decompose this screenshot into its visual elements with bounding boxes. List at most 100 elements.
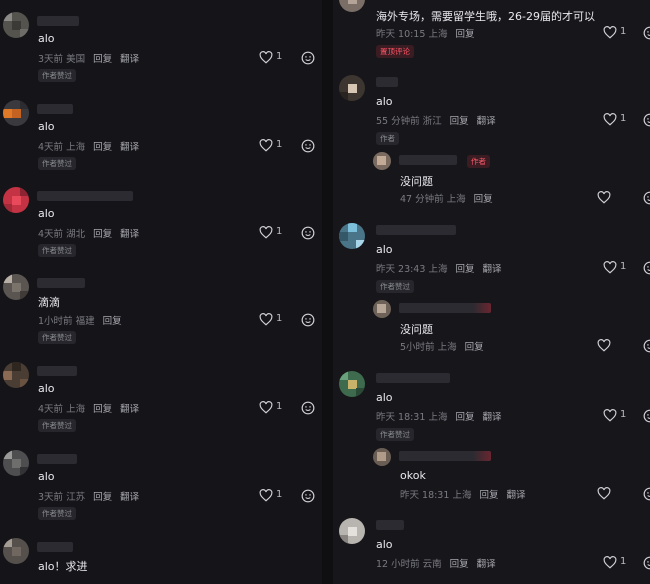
comment-location: 江苏: [66, 492, 86, 503]
reply-button[interactable]: 回复: [450, 116, 469, 127]
reply-button[interactable]: 回复: [455, 264, 474, 275]
comment-text: alo: [38, 382, 55, 395]
emoji-smile-icon[interactable]: [301, 313, 315, 327]
comment-text: 海外专场，需要留学生哦，26-29届的才可以: [376, 10, 595, 23]
username-blurred[interactable]: [376, 373, 450, 383]
avatar[interactable]: [339, 223, 365, 249]
reply-location: 上海: [446, 194, 466, 205]
comment-time: 4天前: [38, 229, 64, 240]
emoji-smile-icon[interactable]: [301, 139, 315, 153]
avatar[interactable]: [339, 0, 365, 12]
emoji-smile-icon[interactable]: [643, 191, 650, 205]
translate-button[interactable]: 翻译: [120, 229, 139, 240]
heart-outline-icon: [259, 226, 273, 239]
emoji-smile-icon[interactable]: [301, 226, 315, 240]
like-button[interactable]: 1: [259, 138, 289, 154]
reply-button[interactable]: 回复: [93, 142, 112, 153]
like-button[interactable]: 1: [259, 312, 289, 328]
translate-button[interactable]: 翻译: [477, 559, 496, 570]
like-button[interactable]: 1: [603, 112, 633, 128]
like-count: 1: [276, 401, 283, 412]
reply-button[interactable]: 回复: [474, 194, 493, 205]
username-blurred[interactable]: [37, 542, 73, 552]
reply-button[interactable]: 回复: [93, 229, 112, 240]
username-blurred[interactable]: [37, 104, 73, 114]
username-blurred[interactable]: [37, 454, 77, 464]
avatar[interactable]: [3, 362, 29, 388]
username-blurred[interactable]: [399, 303, 491, 313]
like-count: 1: [276, 489, 283, 500]
heart-outline-icon[interactable]: [597, 487, 611, 500]
column-divider: [322, 0, 333, 584]
like-button[interactable]: 1: [259, 50, 289, 66]
avatar[interactable]: [3, 538, 29, 564]
heart-outline-icon: [603, 556, 617, 569]
like-button[interactable]: 1: [603, 408, 633, 424]
reply-button[interactable]: 回复: [479, 490, 498, 501]
username-blurred[interactable]: [376, 77, 398, 87]
avatar[interactable]: [3, 100, 29, 126]
username-blurred[interactable]: [37, 191, 133, 201]
emoji-smile-icon[interactable]: [643, 556, 650, 570]
reply-time: 47 分钟前: [400, 194, 444, 205]
translate-button[interactable]: 翻译: [477, 116, 496, 127]
emoji-smile-icon[interactable]: [643, 113, 650, 127]
like-count: 1: [276, 51, 283, 62]
avatar[interactable]: [3, 187, 29, 213]
avatar[interactable]: [373, 300, 391, 318]
reply-text: 没问题: [400, 323, 433, 336]
heart-outline-icon[interactable]: [597, 339, 611, 352]
translate-button[interactable]: 翻译: [482, 412, 501, 423]
reply-item: 没问题 5小时前 上海 回复: [373, 300, 650, 356]
translate-button[interactable]: 翻译: [482, 264, 501, 275]
translate-button[interactable]: 翻译: [120, 404, 139, 415]
reply-button[interactable]: 回复: [93, 404, 112, 415]
comment-time: 4天前: [38, 404, 64, 415]
heart-outline-icon[interactable]: [597, 191, 611, 204]
like-button[interactable]: 1: [603, 555, 633, 571]
translate-button[interactable]: 翻译: [120, 54, 139, 65]
author-badge: 作者: [376, 132, 399, 145]
translate-button[interactable]: 翻译: [120, 142, 139, 153]
emoji-smile-icon[interactable]: [643, 26, 650, 40]
avatar[interactable]: [3, 12, 29, 38]
reply-button[interactable]: 回复: [103, 316, 122, 327]
emoji-smile-icon[interactable]: [643, 261, 650, 275]
translate-button[interactable]: 翻译: [506, 490, 525, 501]
author-liked-badge: 作者赞过: [38, 331, 76, 344]
author-liked-badge: 作者赞过: [38, 69, 76, 82]
translate-button[interactable]: 翻译: [120, 492, 139, 503]
reply-button[interactable]: 回复: [93, 54, 112, 65]
reply-button[interactable]: 回复: [455, 412, 474, 423]
emoji-smile-icon[interactable]: [643, 409, 650, 423]
like-button[interactable]: 1: [259, 400, 289, 416]
like-button[interactable]: 1: [259, 488, 289, 504]
reply-button[interactable]: 回复: [93, 492, 112, 503]
avatar[interactable]: [3, 450, 29, 476]
reply-button[interactable]: 回复: [450, 559, 469, 570]
emoji-smile-icon[interactable]: [301, 401, 315, 415]
avatar[interactable]: [3, 274, 29, 300]
username-blurred[interactable]: [37, 366, 77, 376]
avatar[interactable]: [339, 371, 365, 397]
comment-text: alo: [376, 391, 393, 404]
username-blurred[interactable]: [399, 155, 457, 165]
like-button[interactable]: 1: [603, 260, 633, 276]
username-blurred[interactable]: [37, 16, 79, 26]
emoji-smile-icon[interactable]: [643, 487, 650, 501]
avatar[interactable]: [339, 518, 365, 544]
avatar[interactable]: [339, 75, 365, 101]
username-blurred[interactable]: [399, 451, 491, 461]
avatar[interactable]: [373, 152, 391, 170]
reply-button[interactable]: 回复: [465, 342, 484, 353]
like-button[interactable]: 1: [603, 25, 633, 41]
username-blurred[interactable]: [376, 520, 404, 530]
reply-button[interactable]: 回复: [455, 29, 474, 40]
avatar[interactable]: [373, 448, 391, 466]
emoji-smile-icon[interactable]: [301, 51, 315, 65]
emoji-smile-icon[interactable]: [643, 339, 650, 353]
username-blurred[interactable]: [37, 278, 85, 288]
like-button[interactable]: 1: [259, 225, 289, 241]
emoji-smile-icon[interactable]: [301, 489, 315, 503]
username-blurred[interactable]: [376, 225, 456, 235]
